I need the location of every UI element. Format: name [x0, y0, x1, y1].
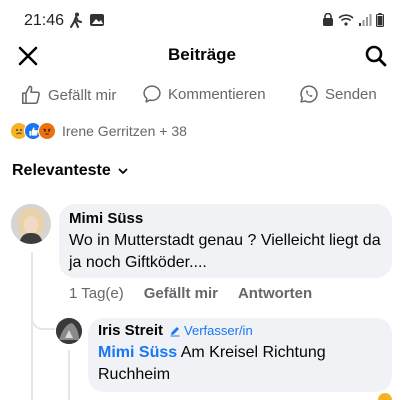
thumbs-up-icon — [21, 85, 40, 105]
comment-author[interactable]: Mimi Süss — [69, 210, 382, 227]
reactions-summary-text: Irene Gerritzen + 38 — [62, 123, 187, 139]
battery-icon — [376, 13, 384, 27]
post-action-bar: Gefällt mir Kommentieren Senden — [0, 80, 404, 112]
comment-icon — [143, 85, 161, 103]
comment-button[interactable]: Kommentieren — [142, 84, 266, 104]
app-header: Beiträge — [0, 36, 404, 76]
whatsapp-icon — [300, 85, 318, 103]
avatar[interactable] — [56, 318, 82, 344]
reply-author-row: Iris Streit Verfasser/in — [98, 322, 382, 339]
comment-reply-button[interactable]: Antworten — [238, 285, 312, 302]
reactions-summary[interactable]: Irene Gerritzen + 38 — [10, 121, 187, 141]
like-label: Gefällt mir — [48, 86, 117, 104]
like-button[interactable]: Gefällt mir — [20, 84, 116, 106]
chevron-down-icon — [118, 168, 128, 174]
reply-thread-line — [68, 350, 70, 400]
status-left-icons — [69, 12, 105, 28]
lock-icon — [323, 13, 333, 26]
comment-time: 1 Tag(e) — [69, 285, 124, 302]
author-badge: Verfasser/in — [169, 323, 253, 338]
angry-reaction-icon — [38, 122, 56, 140]
send-button[interactable]: Senden — [299, 84, 377, 104]
wifi-icon — [338, 14, 354, 26]
reply-text-container: Mimi Süss Am Kreisel Richtung Ruchheim — [98, 342, 382, 386]
author-badge-label: Verfasser/in — [184, 323, 253, 338]
avatar[interactable] — [11, 204, 51, 244]
status-right-icons — [322, 13, 384, 27]
comment-text: Wo in Mutterstadt genau ? Vielleicht lie… — [69, 232, 381, 271]
reply-author[interactable]: Iris Streit — [98, 322, 163, 339]
search-icon[interactable] — [364, 44, 388, 68]
reaction-icon — [378, 393, 392, 400]
walking-icon — [70, 12, 82, 28]
status-time: 21:46 — [24, 12, 65, 29]
reply-connector-line — [31, 306, 55, 330]
send-label: Senden — [325, 85, 377, 103]
mention-link[interactable]: Mimi Süss — [98, 344, 177, 361]
pencil-icon — [170, 326, 180, 336]
comment-label: Kommentieren — [168, 85, 266, 103]
reply-bubble[interactable]: Iris Streit Verfasser/in Mimi Süss Am Kr… — [88, 318, 392, 392]
page-title: Beiträge — [167, 45, 237, 64]
comment-like-button[interactable]: Gefällt mir — [144, 285, 218, 302]
thread-line — [31, 252, 33, 400]
comment-meta: 1 Tag(e) Gefällt mir Antworten — [69, 285, 312, 302]
comment-bubble[interactable]: Mimi Süss Wo in Mutterstadt genau ? Viel… — [59, 204, 392, 278]
image-icon — [90, 14, 104, 26]
sort-label: Relevanteste — [12, 162, 111, 179]
sort-dropdown[interactable]: Relevanteste — [12, 162, 129, 180]
signal-icon — [359, 14, 372, 26]
